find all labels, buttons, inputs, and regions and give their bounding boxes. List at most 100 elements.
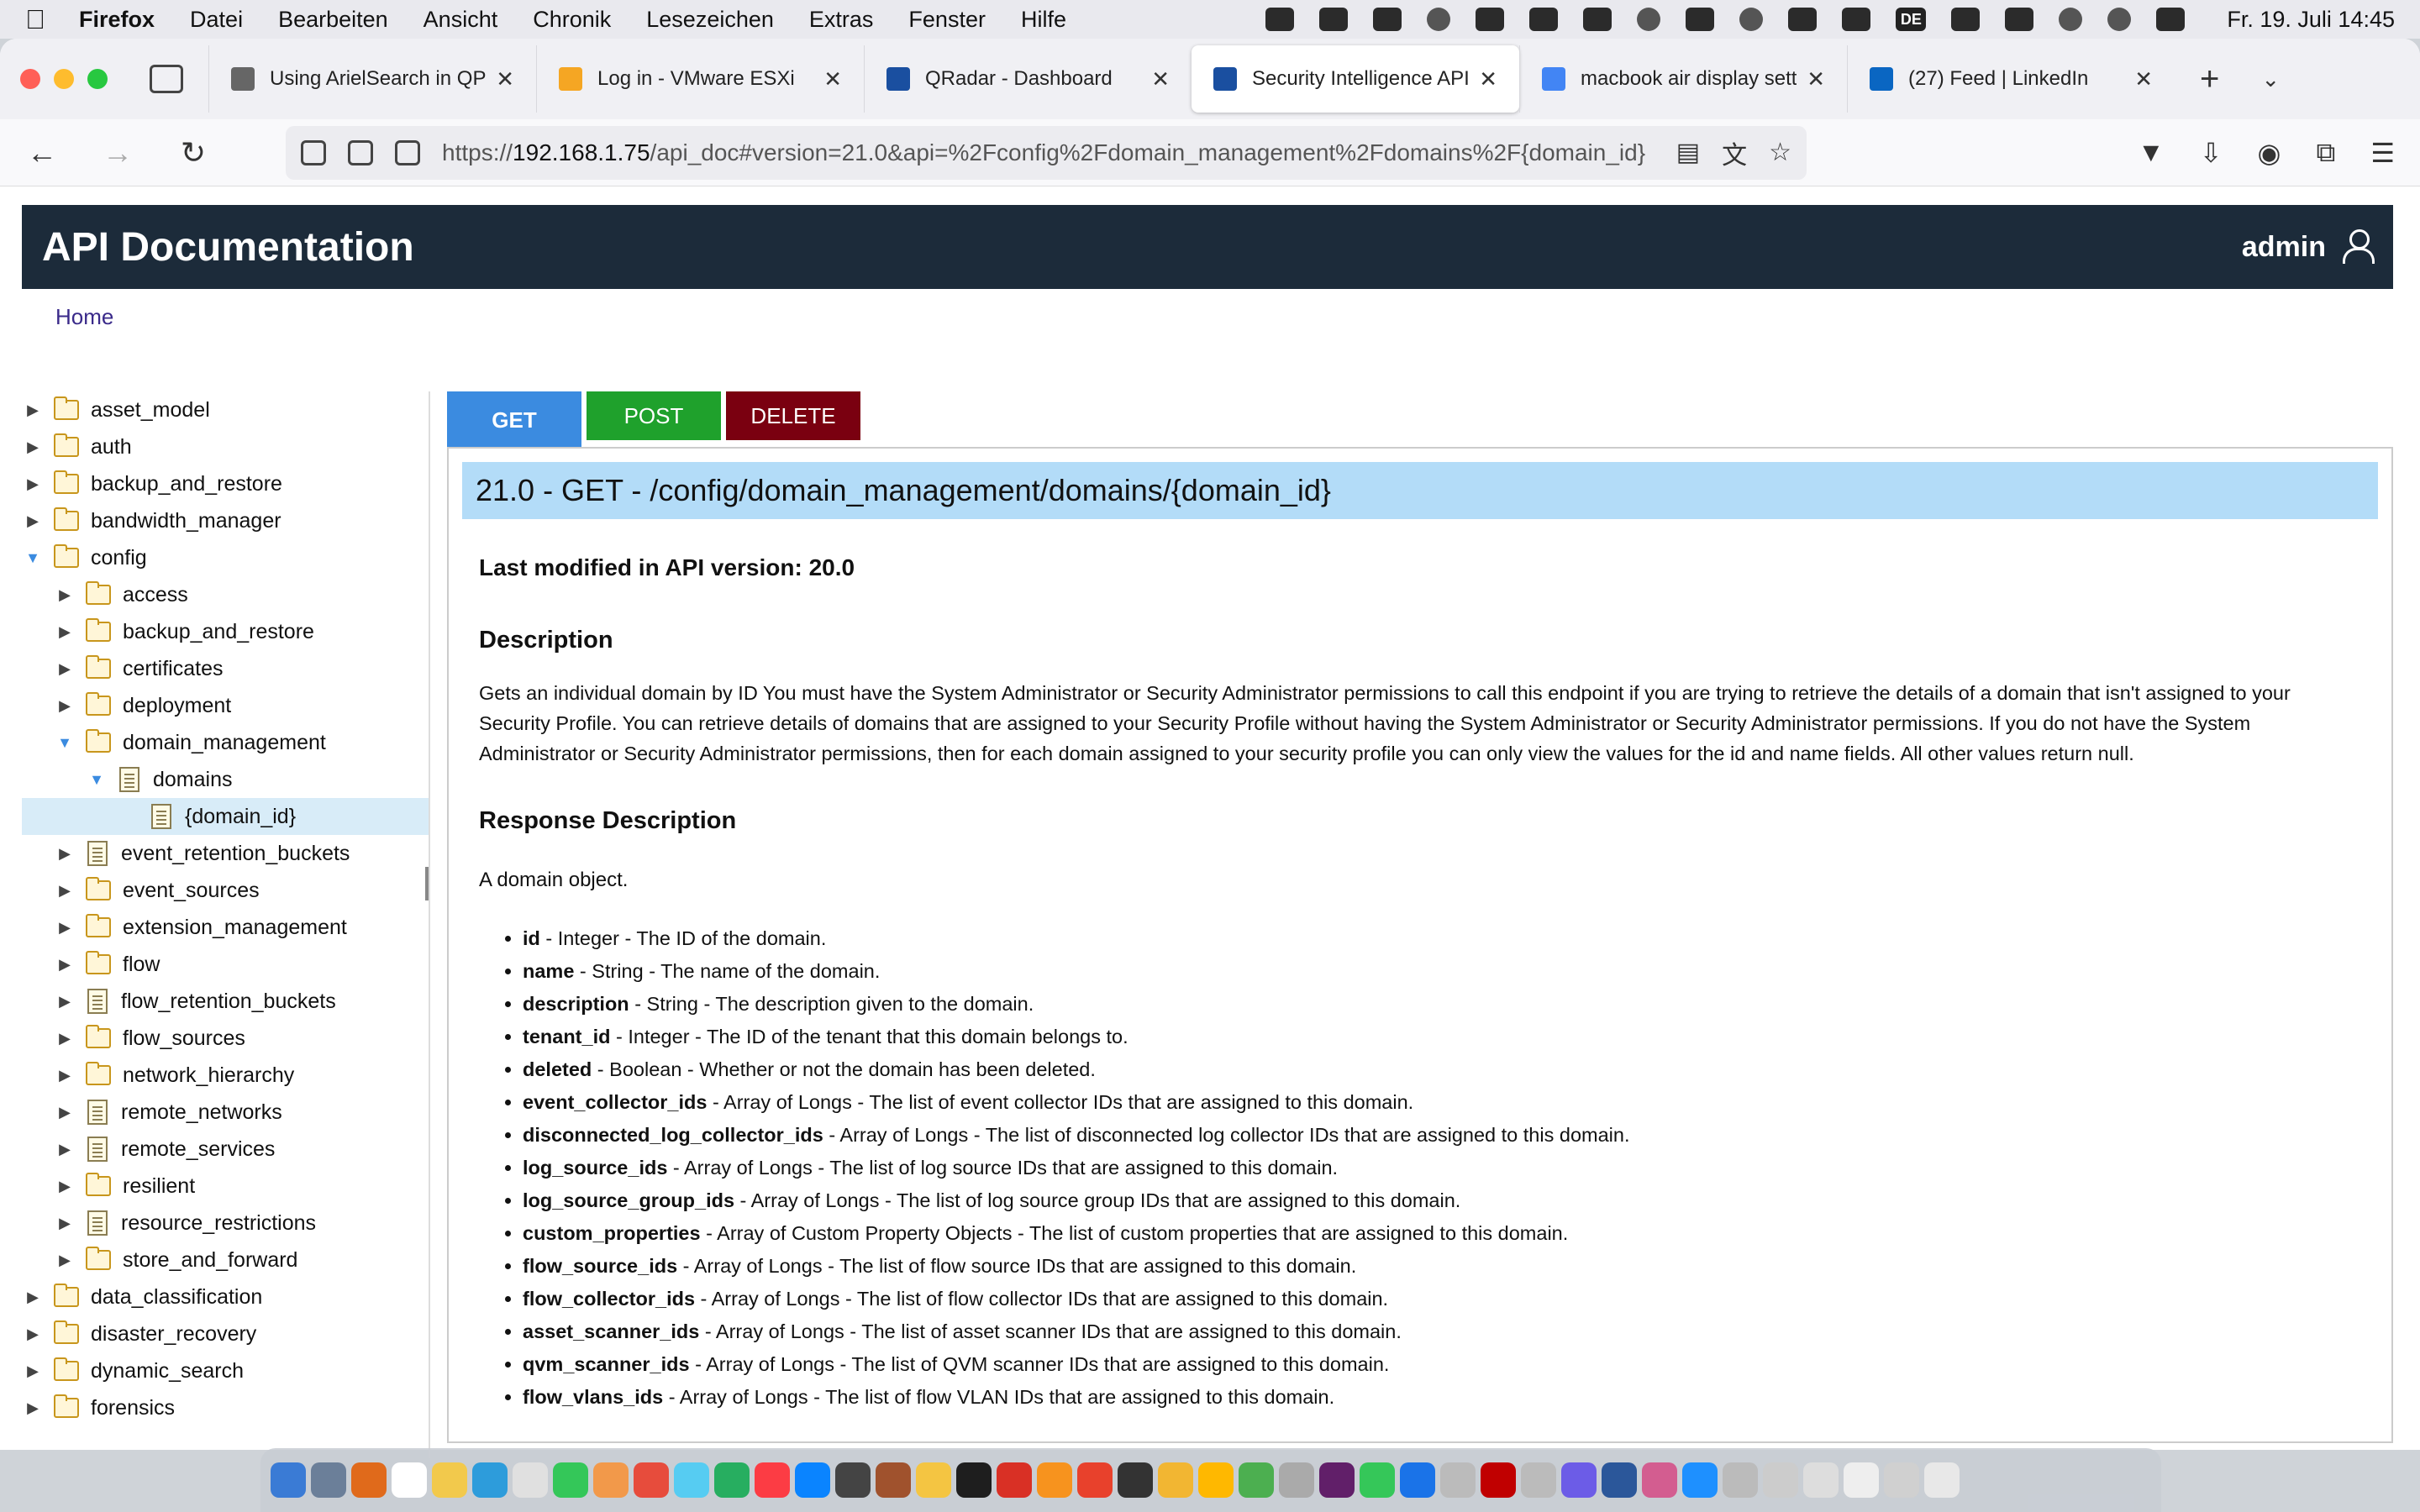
tree-item-label[interactable]: auth [91, 435, 132, 459]
tree-item[interactable]: ▶ resource_restrictions [22, 1205, 429, 1242]
dock-app-icon[interactable] [835, 1462, 871, 1498]
collapsed-arrow-icon[interactable]: ▶ [54, 660, 76, 678]
dock-app-icon[interactable] [1077, 1462, 1113, 1498]
dock-app-icon[interactable] [1118, 1462, 1153, 1498]
list-all-tabs-icon[interactable]: ⌄ [2261, 66, 2280, 92]
tree-item-label[interactable]: remote_services [121, 1137, 275, 1162]
tree-item[interactable]: ▶ extension_management [22, 909, 429, 946]
bluetooth-icon[interactable] [1842, 8, 1871, 31]
collapsed-arrow-icon[interactable]: ▶ [54, 993, 76, 1011]
wifi-off-icon[interactable] [2005, 8, 2034, 31]
dock-app-icon[interactable] [755, 1462, 790, 1498]
tree-item-label[interactable]: access [123, 583, 188, 607]
tree-item-label[interactable]: disaster_recovery [91, 1322, 256, 1347]
collapsed-arrow-icon[interactable]: ▶ [54, 919, 76, 937]
breadcrumb-home[interactable]: Home [55, 304, 113, 330]
dock-app-icon[interactable] [916, 1462, 951, 1498]
dock-app-icon[interactable] [997, 1462, 1032, 1498]
reload-button[interactable]: ↻ [176, 135, 210, 171]
tree-item[interactable]: ▶ flow_sources [22, 1020, 429, 1057]
collapsed-arrow-icon[interactable]: ▶ [22, 1289, 44, 1306]
outlook-status-icon[interactable] [1319, 8, 1349, 31]
tree-item-label[interactable]: extension_management [123, 916, 347, 940]
tree-item[interactable]: ▶ remote_services [22, 1131, 429, 1168]
tree-item-label[interactable]: data_classification [91, 1285, 262, 1310]
downloads-icon[interactable]: ⇩ [2200, 137, 2223, 169]
vpn-status-icon[interactable] [1529, 8, 1559, 31]
menu-icon[interactable]: ☰ [2370, 137, 2395, 169]
close-tab-icon[interactable]: ✕ [496, 66, 514, 92]
collapsed-arrow-icon[interactable]: ▶ [54, 956, 76, 974]
expanded-arrow-icon[interactable]: ▼ [54, 734, 76, 752]
collapsed-arrow-icon[interactable]: ▶ [54, 1252, 76, 1269]
collapsed-arrow-icon[interactable]: ▶ [22, 438, 44, 456]
play-icon[interactable] [1637, 8, 1661, 31]
sidebar-splitter[interactable] [425, 867, 429, 900]
dock-app-icon[interactable] [1642, 1462, 1677, 1498]
collapsed-arrow-icon[interactable]: ▶ [22, 402, 44, 419]
dock-app-icon[interactable] [1884, 1462, 1919, 1498]
dock-app-icon[interactable] [1440, 1462, 1476, 1498]
tree-item[interactable]: ▶ store_and_forward [22, 1242, 429, 1278]
tab-delete[interactable]: DELETE [726, 391, 860, 440]
tree-item[interactable]: ▶ network_hierarchy [22, 1057, 429, 1094]
dock-app-icon[interactable] [1239, 1462, 1274, 1498]
spotlight-search-icon[interactable] [2107, 8, 2132, 31]
collapsed-arrow-icon[interactable]: ▶ [54, 845, 76, 863]
dock-app-icon[interactable] [674, 1462, 709, 1498]
battery-icon[interactable] [1951, 8, 1981, 31]
s-app-icon[interactable] [1373, 8, 1402, 31]
time-machine-icon[interactable] [2059, 8, 2083, 31]
back-button[interactable]: ← [25, 135, 59, 171]
tree-item[interactable]: ▶ resilient [22, 1168, 429, 1205]
control-center-icon[interactable] [2156, 8, 2186, 31]
dock-app-icon[interactable] [1924, 1462, 1960, 1498]
dock-app-icon[interactable] [271, 1462, 306, 1498]
menu-bearbeiten[interactable]: Bearbeiten [278, 7, 388, 33]
notes-status-icon[interactable] [1476, 8, 1505, 31]
extensions-icon[interactable]: ⧉ [2316, 137, 2335, 169]
new-tab-button[interactable]: + [2200, 60, 2219, 98]
zoom-window-button[interactable] [87, 69, 108, 89]
browser-tab[interactable]: Using ArielSearch in QPYL ✕ [208, 45, 536, 113]
tree-item[interactable]: ▶ flow_retention_buckets [22, 983, 429, 1020]
tree-item[interactable]: ▼ domains [22, 761, 429, 798]
dock-app-icon[interactable] [1803, 1462, 1839, 1498]
lock-icon[interactable] [348, 139, 373, 165]
url-text[interactable]: https://192.168.1.75/api_doc#version=21.… [442, 139, 1655, 166]
display-icon[interactable] [1583, 8, 1612, 31]
menu-chronik[interactable]: Chronik [533, 7, 611, 33]
menu-app-name[interactable]: Firefox [79, 7, 155, 33]
dock-app-icon[interactable] [513, 1462, 548, 1498]
pocket-icon[interactable]: ▼ [2138, 137, 2165, 169]
tree-item-label[interactable]: resilient [123, 1174, 195, 1199]
menu-fenster[interactable]: Fenster [908, 7, 986, 33]
dock-app-icon[interactable] [472, 1462, 508, 1498]
creative-cloud-icon[interactable] [1427, 8, 1451, 31]
collapsed-arrow-icon[interactable]: ▶ [54, 882, 76, 900]
minimize-window-button[interactable] [54, 69, 74, 89]
menu-extras[interactable]: Extras [809, 7, 874, 33]
menu-datei[interactable]: Datei [190, 7, 243, 33]
browser-tab[interactable]: macbook air display settin ✕ [1519, 45, 1847, 113]
tree-item-label[interactable]: event_retention_buckets [121, 842, 350, 866]
dock-app-icon[interactable] [1279, 1462, 1314, 1498]
close-tab-icon[interactable]: ✕ [2134, 66, 2153, 92]
tree-item-label[interactable]: remote_networks [121, 1100, 282, 1125]
menu-ansicht[interactable]: Ansicht [424, 7, 498, 33]
dock-app-icon[interactable] [553, 1462, 588, 1498]
tree-item[interactable]: ▶ deployment [22, 687, 429, 724]
user-status-icon[interactable] [1739, 8, 1764, 31]
collapsed-arrow-icon[interactable]: ▶ [22, 1362, 44, 1380]
dock-app-icon[interactable] [1037, 1462, 1072, 1498]
tree-item-label[interactable]: forensics [91, 1396, 175, 1420]
menu-hilfe[interactable]: Hilfe [1021, 7, 1066, 33]
tree-item-label[interactable]: bandwidth_manager [91, 509, 281, 533]
tree-item-label[interactable]: backup_and_restore [91, 472, 282, 496]
dock-app-icon[interactable] [876, 1462, 911, 1498]
user-menu[interactable]: admin [2242, 229, 2375, 265]
dock-app-icon[interactable] [1360, 1462, 1395, 1498]
tree-item[interactable]: ▶ backup_and_restore [22, 465, 429, 502]
tab-overview-icon[interactable] [150, 65, 183, 93]
username[interactable]: admin [2242, 231, 2326, 264]
